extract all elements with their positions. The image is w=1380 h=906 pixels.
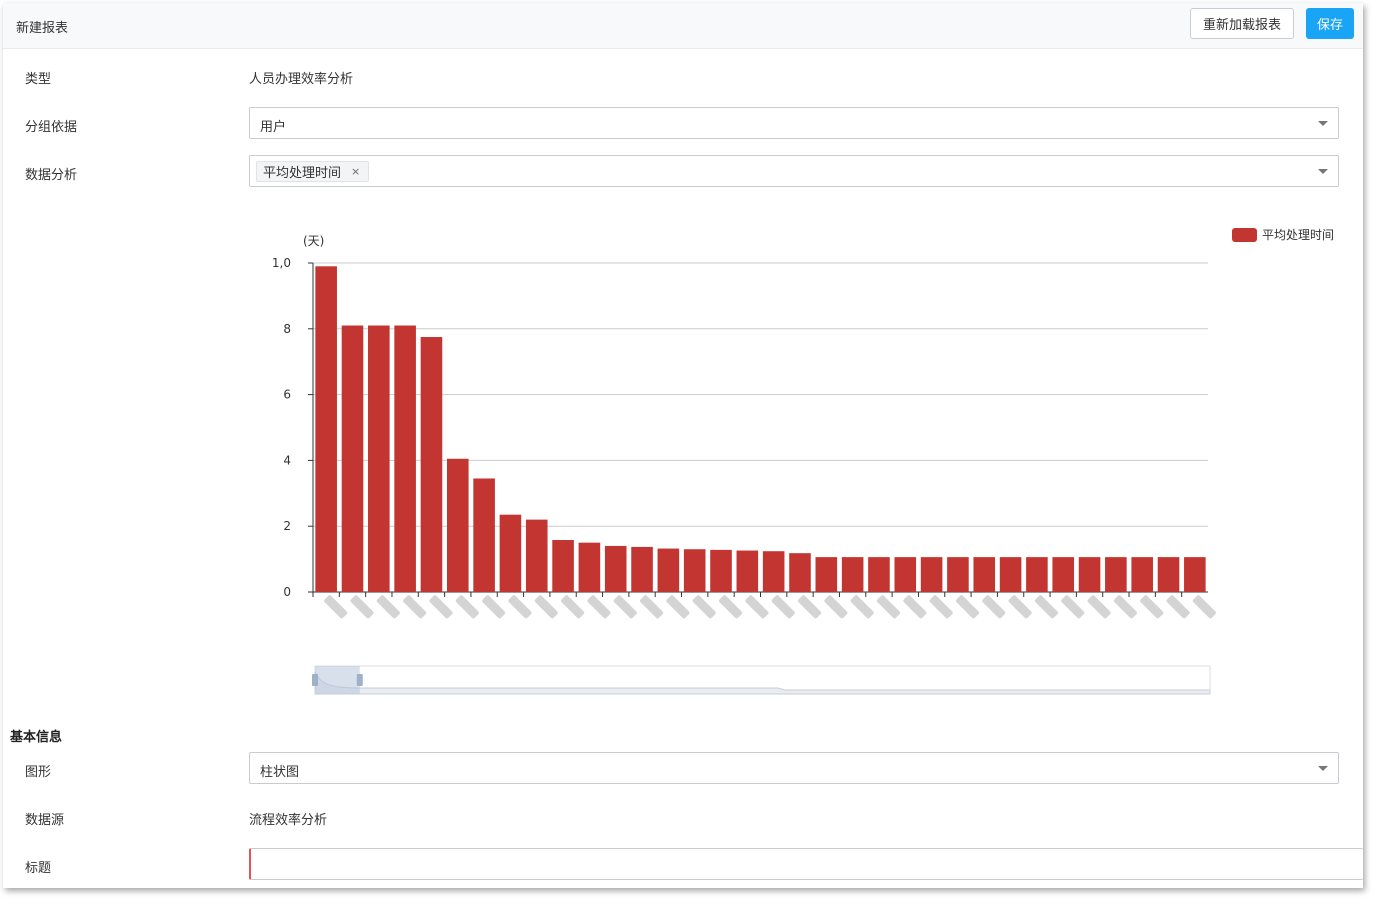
bar: [736, 550, 759, 592]
bar: [368, 325, 390, 592]
x-tick-label-blurred: [613, 595, 637, 619]
x-tick-label-blurred: [508, 595, 532, 619]
x-tick-label-blurred: [929, 595, 953, 619]
bar: [657, 548, 680, 592]
bar-chart: 0 2 4 6 8 1,0 (天) 平均处理时间: [272, 228, 1334, 695]
x-tick-label-blurred: [903, 595, 927, 619]
y-tick-label: 2: [283, 519, 291, 533]
bar: [920, 557, 943, 592]
y-tick-label: 0: [283, 585, 291, 599]
data-source-label: 数据源: [25, 813, 65, 828]
zoom-handle-left[interactable]: [312, 674, 318, 686]
zoom-handle-right[interactable]: [356, 674, 363, 686]
y-tick-label: 4: [283, 453, 291, 467]
y-tick-label: 6: [283, 388, 291, 402]
bar: [473, 478, 495, 592]
bar: [1105, 557, 1127, 592]
x-tick-label-blurred: [824, 595, 848, 619]
data-source-value: 流程效率分析: [249, 813, 328, 828]
x-tick-label-blurred: [376, 595, 400, 619]
x-tick-label-blurred: [771, 595, 795, 619]
bar: [315, 266, 337, 592]
x-tick-label-blurred: [1166, 595, 1190, 619]
x-tick-label-blurred: [692, 595, 716, 619]
report-panel: 新建报表 重新加载报表 保存 类型 人员办理效率分析 分组依据 用户 数据分析 …: [3, 3, 1363, 888]
x-tick-label-blurred: [955, 595, 980, 619]
chevron-down-icon: [1318, 766, 1328, 771]
bar: [1131, 557, 1153, 592]
x-tick-label-blurred: [403, 595, 427, 619]
x-tick-label-blurred: [719, 595, 743, 619]
bar: [841, 557, 864, 592]
bar: [525, 519, 548, 592]
bar: [1052, 557, 1075, 592]
bar: [420, 337, 443, 592]
bar: [631, 546, 653, 592]
bar: [1078, 557, 1101, 592]
x-tick-label-blurred: [876, 595, 901, 619]
x-tick-label-blurred: [1192, 595, 1216, 619]
bar: [341, 325, 364, 592]
y-unit-label: (天): [303, 234, 324, 248]
x-tick-label-blurred: [1087, 595, 1111, 619]
shape-label: 图形: [25, 765, 52, 780]
shape-select[interactable]: 柱状图: [249, 752, 1339, 784]
x-tick-label-blurred: [1140, 595, 1164, 619]
x-tick-label-blurred: [1008, 595, 1032, 619]
bar: [552, 540, 574, 592]
y-tick-label: 8: [283, 322, 291, 336]
bar: [789, 553, 811, 592]
shape-value: 柱状图: [260, 765, 300, 780]
bar: [446, 458, 469, 592]
basic-info-section-title: 基本信息: [10, 730, 63, 745]
x-tick-label-blurred: [982, 595, 1006, 619]
title-input[interactable]: [249, 848, 1363, 880]
x-tick-label-blurred: [534, 595, 558, 619]
bar: [683, 549, 706, 592]
x-tick-label-blurred: [561, 595, 585, 619]
x-tick-label-blurred: [455, 595, 479, 619]
x-tick-label-blurred: [666, 595, 690, 619]
bar: [868, 557, 890, 592]
bar: [947, 557, 969, 592]
legend-label: 平均处理时间: [1262, 228, 1334, 242]
bar: [1157, 557, 1180, 592]
x-tick-label-blurred: [482, 595, 506, 619]
bar: [604, 545, 627, 592]
x-tick-label-blurred: [350, 595, 374, 619]
bar: [394, 325, 416, 592]
x-tick-label-blurred: [640, 595, 664, 619]
x-tick-label-blurred: [850, 595, 874, 619]
x-tick-label-blurred: [1061, 595, 1085, 619]
zoom-window[interactable]: [315, 666, 360, 694]
title-label: 标题: [25, 861, 52, 876]
x-tick-label-blurred: [1034, 595, 1058, 619]
bar: [973, 557, 996, 592]
y-tick-label: 1,0: [272, 256, 291, 270]
bar: [1184, 557, 1206, 592]
x-tick-label-blurred: [1113, 595, 1137, 619]
legend-swatch: [1232, 228, 1257, 242]
x-tick-label-blurred: [324, 595, 348, 619]
x-tick-label-blurred: [587, 595, 611, 619]
bar: [999, 557, 1022, 592]
bar: [499, 514, 522, 592]
bar: [710, 549, 732, 592]
x-tick-label-blurred: [745, 595, 769, 619]
bar: [578, 542, 601, 592]
x-tick-label-blurred: [429, 595, 453, 619]
bar: [894, 557, 917, 592]
bar: [1026, 557, 1048, 592]
bar: [762, 551, 785, 592]
bar: [815, 557, 838, 592]
x-tick-label-blurred: [797, 595, 822, 619]
